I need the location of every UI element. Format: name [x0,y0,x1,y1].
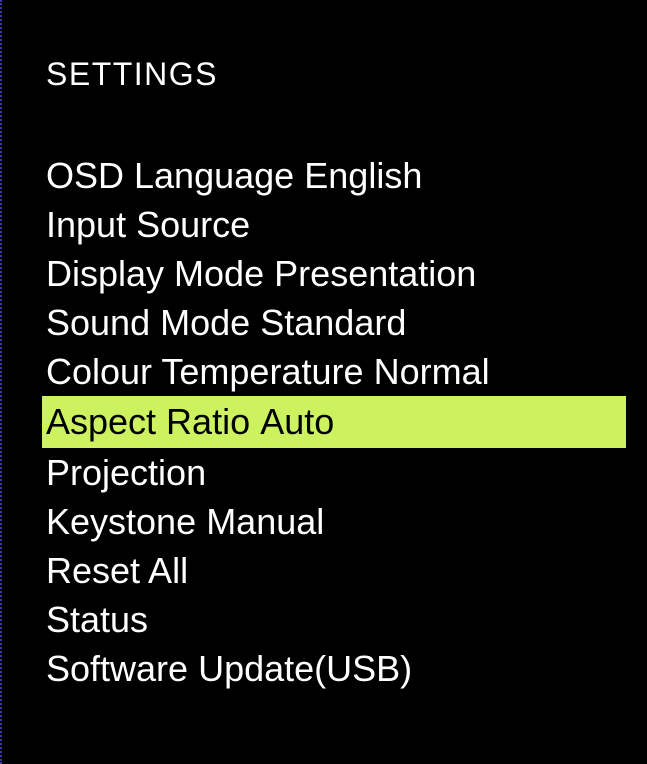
menu-item-value: Normal [373,351,490,392]
menu-title: SETTINGS [46,56,219,92]
osd-menu-panel: SETTINGS OSD Language English Input Sourc… [0,0,647,764]
menu-item-label: Reset All [46,550,189,591]
menu-item-label: Colour Temperature [46,351,364,392]
settings-menu-list: OSD Language English Input Source Display… [2,151,647,693]
menu-item-label: Aspect Ratio [46,401,251,442]
menu-item-display-mode[interactable]: Display Mode Presentation [2,249,647,298]
menu-item-label: Keystone [46,501,197,542]
menu-item-value: Presentation [274,253,477,294]
menu-item-sound-mode[interactable]: Sound Mode Standard [2,298,647,347]
menu-item-value: Auto [260,401,335,442]
menu-item-keystone[interactable]: Keystone Manual [2,497,647,546]
menu-item-status[interactable]: Status [2,595,647,644]
menu-item-label: Sound Mode [46,302,251,343]
menu-item-value: Manual [206,501,325,542]
menu-item-aspect-ratio[interactable]: Aspect Ratio Auto [42,396,626,448]
menu-item-label: Display Mode [46,253,265,294]
menu-item-label: Software Update(USB) [46,648,413,689]
menu-item-value: Standard [260,302,407,343]
menu-item-input-source[interactable]: Input Source [2,200,647,249]
menu-item-label: Input Source [46,204,251,245]
menu-item-label: OSD Language [46,155,295,196]
menu-item-colour-temperature[interactable]: Colour Temperature Normal [2,347,647,396]
menu-item-value: English [304,155,423,196]
menu-item-reset-all[interactable]: Reset All [2,546,647,595]
menu-item-projection[interactable]: Projection [2,448,647,497]
menu-item-software-update[interactable]: Software Update(USB) [2,644,647,693]
menu-item-label: Projection [46,452,207,493]
menu-item-label: Status [46,599,149,640]
menu-item-osd-language[interactable]: OSD Language English [2,151,647,200]
